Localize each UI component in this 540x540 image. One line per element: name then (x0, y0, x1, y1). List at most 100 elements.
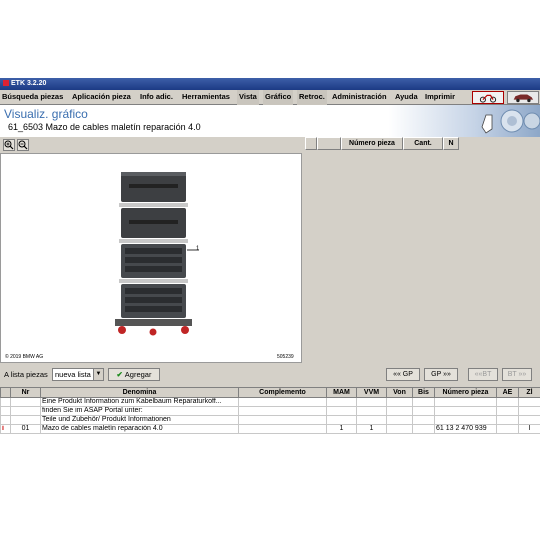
title-bar: ETK 3.2.20 (0, 78, 540, 90)
bt-next-button[interactable]: BT »» (502, 368, 532, 381)
car-icon (513, 94, 534, 103)
header-band: Visualiz. gráfico 61_6503 Mazo de cables… (0, 105, 540, 137)
table-row[interactable]: Eine Produkt Information zum Kabelbaum R… (0, 397, 540, 407)
cell-von (386, 397, 413, 407)
cell-bis (412, 397, 435, 407)
cell-ae (496, 406, 519, 416)
cell-ae (496, 397, 519, 407)
image-toolbar (0, 137, 305, 153)
add-to-list-bar: A lista piezas nueva lista ▼ ✔ Agregar ««… (0, 366, 540, 384)
cell-numero-pieza: 61 13 2 470 939 (434, 424, 497, 434)
page-title: Visualiz. gráfico (4, 107, 88, 121)
chevron-down-icon: ▼ (93, 369, 103, 380)
list-select-value: nueva lista (55, 370, 91, 379)
cell-ae (496, 415, 519, 425)
cell-bis (412, 424, 435, 434)
cell-denomina: finden Sie im ASAP Portal unter: (40, 406, 239, 416)
gp-prev-button[interactable]: «« GP (386, 368, 420, 381)
cell-zl (518, 415, 540, 425)
cell-von (386, 406, 413, 416)
menu-ayuda[interactable]: Ayuda (393, 90, 420, 105)
cell-mam (326, 415, 357, 425)
column-blank (305, 137, 317, 150)
column-zl[interactable]: Zl (518, 387, 540, 398)
column-complemento[interactable]: Complemento (238, 387, 327, 398)
column-numero-pieza[interactable]: Número pieza (434, 387, 497, 398)
table-row[interactable]: finden Sie im ASAP Portal unter: (0, 406, 540, 416)
column-denomina[interactable]: Denomina (40, 387, 239, 398)
image-id: 505239 (277, 354, 294, 360)
cell-nr (10, 415, 41, 425)
parts-summary-panel: Número pieza Cant. N (305, 137, 540, 363)
table-header-row: Nr Denomina Complemento MAM VVM Von Bis … (0, 387, 540, 398)
menu-bar: Búsqueda piezas Aplicación pieza Info ad… (0, 90, 540, 105)
zoom-out-button[interactable] (17, 139, 29, 151)
callout-number[interactable]: 1 (196, 246, 199, 252)
column-n[interactable]: N (443, 137, 459, 150)
repair-case-trolley-image (115, 172, 199, 336)
parts-summary-header: Número pieza Cant. N (305, 137, 540, 150)
cell-vvm (356, 406, 387, 416)
add-button-label: Agregar (124, 370, 152, 379)
menu-grafico[interactable]: Gráfico (263, 90, 294, 105)
zoom-out-icon (18, 140, 28, 150)
menu-imprimir[interactable]: Imprimir (423, 90, 457, 105)
column-blank-2 (317, 137, 341, 150)
menu-vista[interactable]: Vista (237, 90, 259, 105)
add-button[interactable]: ✔ Agregar (108, 368, 160, 381)
cell-icon (0, 397, 11, 407)
add-to-list-label: A lista piezas (4, 370, 48, 379)
cell-ae (496, 424, 519, 434)
cell-von (386, 415, 413, 425)
cell-numero-pieza (434, 406, 497, 416)
table-row[interactable]: i 01 Mazo de cables maletín reparación 4… (0, 424, 540, 434)
column-bis[interactable]: Bis (412, 387, 435, 398)
info-icon[interactable]: i (0, 424, 11, 434)
column-mam[interactable]: MAM (326, 387, 357, 398)
cell-von (386, 424, 413, 434)
column-nr[interactable]: Nr (10, 387, 41, 398)
column-cant[interactable]: Cant. (403, 137, 443, 150)
cell-denomina: Mazo de cables maletín reparación 4.0 (40, 424, 239, 434)
cell-bis (412, 406, 435, 416)
column-numero-pieza[interactable]: Número pieza (341, 137, 403, 150)
zoom-in-icon (4, 140, 14, 150)
table-row[interactable]: Teile und Zubehör/ Produkt Informationen (0, 415, 540, 425)
zoom-in-button[interactable] (3, 139, 15, 151)
cell-nr (10, 397, 41, 407)
menu-aplicacion-pieza[interactable]: Aplicación pieza (70, 90, 133, 105)
bt-prev-button[interactable]: ««BT (468, 368, 498, 381)
motorcycle-button[interactable] (472, 91, 504, 104)
menu-administracion[interactable]: Administración (330, 90, 389, 105)
parts-diagram-panel[interactable]: 1 © 2019 BMW AG 505239 (0, 153, 302, 363)
column-von[interactable]: Von (386, 387, 413, 398)
cell-denomina: Eine Produkt Information zum Kabelbaum R… (40, 397, 239, 407)
menu-info-adic[interactable]: Info adic. (138, 90, 175, 105)
cell-icon (0, 406, 11, 416)
cell-mam (326, 406, 357, 416)
gp-next-button[interactable]: GP »» (424, 368, 458, 381)
menu-busqueda-piezas[interactable]: Búsqueda piezas (0, 90, 65, 105)
cell-mam: 1 (326, 424, 357, 434)
cell-icon (0, 415, 11, 425)
car-button[interactable] (507, 91, 539, 104)
list-select[interactable]: nueva lista ▼ (52, 368, 104, 381)
page-subtitle: 61_6503 Mazo de cables maletín reparació… (8, 122, 201, 132)
menu-herramientas[interactable]: Herramientas (180, 90, 232, 105)
copyright-text: © 2019 BMW AG (5, 354, 44, 360)
cell-complemento (238, 424, 327, 434)
window-title: ETK 3.2.20 (11, 80, 47, 87)
column-ae[interactable]: AE (496, 387, 519, 398)
motorcycle-icon (479, 94, 497, 103)
column-vvm[interactable]: VVM (356, 387, 387, 398)
cell-vvm (356, 397, 387, 407)
app-icon (3, 80, 9, 87)
cell-numero-pieza (434, 397, 497, 407)
cell-denomina: Teile und Zubehör/ Produkt Informationen (40, 415, 239, 425)
cell-numero-pieza (434, 415, 497, 425)
menu-retroc[interactable]: Retroc. (297, 90, 327, 105)
cell-zl (518, 406, 540, 416)
cell-vvm: 1 (356, 424, 387, 434)
cell-nr (10, 406, 41, 416)
header-decoration-graphic (481, 109, 540, 134)
